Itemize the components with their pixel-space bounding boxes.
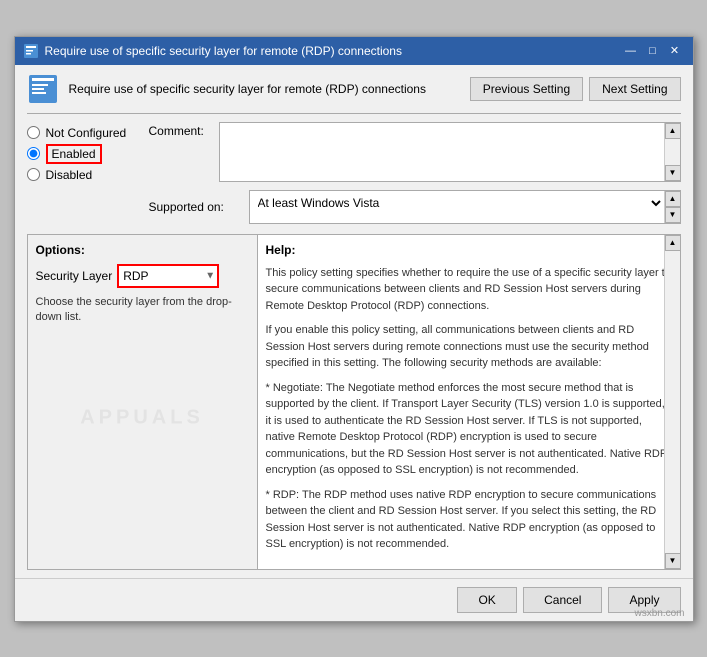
header-nav-buttons: Previous Setting Next Setting xyxy=(470,77,681,101)
disabled-radio[interactable] xyxy=(27,168,40,181)
comment-scroll-track xyxy=(665,139,680,165)
previous-setting-button[interactable]: Previous Setting xyxy=(470,77,583,101)
comment-scrollbar[interactable]: ▲ ▼ xyxy=(664,123,680,181)
help-scroll-down[interactable]: ▼ xyxy=(665,553,680,569)
title-bar-controls: — □ ✕ xyxy=(621,42,685,60)
security-layer-label: Security Layer xyxy=(36,269,113,283)
help-scroll-track xyxy=(665,251,680,553)
header-description: Require use of specific security layer f… xyxy=(69,82,460,96)
supported-scroll-down[interactable]: ▼ xyxy=(665,207,681,223)
window-icon xyxy=(23,43,39,59)
help-paragraph-2: If you enable this policy setting, all c… xyxy=(266,322,672,372)
options-help-container: Options: Security Layer Negotiate RDP SS… xyxy=(27,232,681,570)
not-configured-label: Not Configured xyxy=(46,126,127,140)
bottom-watermark: wsxbn.com xyxy=(634,608,684,619)
comment-textarea[interactable] xyxy=(220,123,664,181)
title-bar-text: Require use of specific security layer f… xyxy=(45,44,615,58)
enabled-label: Enabled xyxy=(46,144,102,164)
security-layer-select[interactable]: Negotiate RDP SSL xyxy=(118,265,218,287)
help-paragraph-1: This policy setting specifies whether to… xyxy=(266,265,672,315)
comment-scroll-up[interactable]: ▲ xyxy=(665,123,681,139)
header-policy-icon xyxy=(27,73,59,105)
security-layer-select-wrapper: Negotiate RDP SSL ▼ xyxy=(118,265,218,287)
maximize-button[interactable]: □ xyxy=(643,42,663,60)
minimize-button[interactable]: — xyxy=(621,42,641,60)
options-help-panel: Options: Security Layer Negotiate RDP SS… xyxy=(27,234,681,570)
options-title: Options: xyxy=(36,243,249,257)
enabled-row: Enabled xyxy=(27,144,137,164)
footer: OK Cancel Apply wsxbn.com xyxy=(15,578,693,621)
help-paragraph-4: * RDP: The RDP method uses native RDP en… xyxy=(266,487,672,553)
main-window: Require use of specific security layer f… xyxy=(14,36,694,622)
disabled-label: Disabled xyxy=(46,168,93,182)
ok-button[interactable]: OK xyxy=(457,587,517,613)
supported-scroll-up[interactable]: ▲ xyxy=(665,191,681,207)
options-description: Choose the security layer from the drop-… xyxy=(36,295,249,326)
not-configured-row: Not Configured xyxy=(27,126,137,140)
not-configured-radio[interactable] xyxy=(27,126,40,139)
enabled-radio[interactable] xyxy=(27,147,40,160)
watermark: APPUALS xyxy=(80,407,204,430)
help-scrollbar[interactable]: ▲ ▼ xyxy=(664,235,680,569)
disabled-row: Disabled xyxy=(27,168,137,182)
radio-section: Not Configured Enabled Disabled xyxy=(27,122,137,224)
supported-section: Supported on: At least Windows Vista ▲ ▼ xyxy=(149,190,681,224)
supported-label: Supported on: xyxy=(149,200,239,214)
help-scroll-up[interactable]: ▲ xyxy=(665,235,680,251)
comment-field-container: ▲ ▼ xyxy=(219,122,681,182)
security-layer-row: Security Layer Negotiate RDP SSL ▼ xyxy=(36,265,249,287)
header-section: Require use of specific security layer f… xyxy=(27,73,681,114)
supported-select-container: At least Windows Vista ▲ ▼ xyxy=(249,190,681,224)
title-bar: Require use of specific security layer f… xyxy=(15,37,693,65)
help-paragraph-3: * Negotiate: The Negotiate method enforc… xyxy=(266,380,672,479)
cancel-button[interactable]: Cancel xyxy=(523,587,602,613)
supported-select[interactable]: At least Windows Vista xyxy=(250,191,664,215)
help-panel: Help: This policy setting specifies whet… xyxy=(258,235,680,569)
supported-scrollbar[interactable]: ▲ ▼ xyxy=(664,191,680,223)
close-button[interactable]: ✕ xyxy=(665,42,685,60)
comment-label: Comment: xyxy=(149,124,209,138)
next-setting-button[interactable]: Next Setting xyxy=(589,77,680,101)
comment-scroll-down[interactable]: ▼ xyxy=(665,165,681,181)
help-text-content: This policy setting specifies whether to… xyxy=(266,265,672,553)
comment-section: Comment: ▲ ▼ xyxy=(149,122,681,182)
options-panel: Options: Security Layer Negotiate RDP SS… xyxy=(28,235,258,569)
help-title: Help: xyxy=(266,243,672,257)
